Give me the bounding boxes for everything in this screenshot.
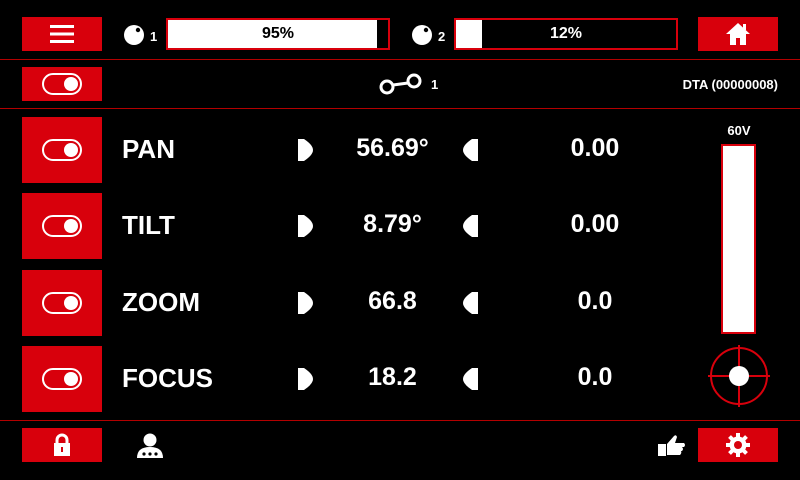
toggle-icon	[42, 292, 82, 314]
axis-offset: 0.0	[577, 287, 613, 315]
home-icon	[726, 23, 750, 45]
knob-1-percent: 95%	[261, 25, 295, 42]
settings-button[interactable]	[698, 428, 778, 462]
axis-toggle-button[interactable]	[22, 117, 102, 183]
axis-toggle-button[interactable]	[22, 346, 102, 412]
axis-name: PAN	[122, 134, 175, 164]
lock-button[interactable]	[22, 428, 102, 462]
knob-2-label: 2	[438, 29, 446, 44]
toggle-icon	[42, 73, 82, 95]
knob-2-level-bar[interactable]: 12%	[454, 18, 678, 50]
axis-toggle-button[interactable]	[22, 193, 102, 259]
knob-1-level-bar[interactable]: 95%	[166, 18, 390, 50]
increase-arrow-icon[interactable]	[298, 215, 314, 237]
gear-icon	[726, 433, 750, 457]
axis-value: 18.2	[368, 363, 417, 391]
user-icon[interactable]	[136, 431, 164, 459]
toggle-icon	[42, 215, 82, 237]
decrease-arrow-icon[interactable]	[462, 368, 478, 390]
axis-name: ZOOM	[122, 287, 200, 317]
increase-arrow-icon[interactable]	[298, 292, 314, 314]
axis-offset: 0.0	[577, 363, 613, 391]
voltage-label: 60V	[727, 123, 751, 138]
decrease-arrow-icon[interactable]	[462, 215, 478, 237]
axis-offset: 0.00	[570, 134, 620, 162]
decrease-arrow-icon[interactable]	[462, 292, 478, 314]
crosshair-icon[interactable]	[708, 345, 770, 407]
master-toggle-button[interactable]	[22, 67, 102, 101]
toggle-icon	[42, 368, 82, 390]
divider	[0, 59, 800, 60]
axis-value: 8.79°	[363, 210, 422, 238]
divider	[0, 420, 800, 421]
axis-value: 56.69°	[356, 134, 429, 162]
knob-1-label: 1	[150, 29, 158, 44]
decrease-arrow-icon[interactable]	[462, 139, 478, 161]
menu-button[interactable]	[22, 17, 102, 51]
axis-name: TILT	[122, 210, 175, 240]
toggle-icon	[42, 139, 82, 161]
axis-toggle-button[interactable]	[22, 270, 102, 336]
hamburger-menu-icon	[50, 25, 74, 43]
increase-arrow-icon[interactable]	[298, 139, 314, 161]
knob-2-percent: 12%	[549, 25, 583, 42]
home-button[interactable]	[698, 17, 778, 51]
dta-status: DTA (00000008)	[682, 77, 778, 92]
link-icon	[379, 73, 422, 95]
knob-icon	[412, 25, 432, 45]
lock-icon	[54, 433, 70, 456]
axis-name: FOCUS	[122, 363, 213, 393]
hand-icon[interactable]	[656, 432, 686, 458]
divider	[0, 108, 800, 109]
axis-value: 66.8	[368, 287, 417, 315]
knob-icon	[124, 25, 144, 45]
link-count: 1	[431, 77, 439, 92]
voltage-bar	[721, 144, 756, 334]
voltage-bar-fill	[723, 146, 754, 332]
increase-arrow-icon[interactable]	[298, 368, 314, 390]
axis-offset: 0.00	[570, 210, 620, 238]
